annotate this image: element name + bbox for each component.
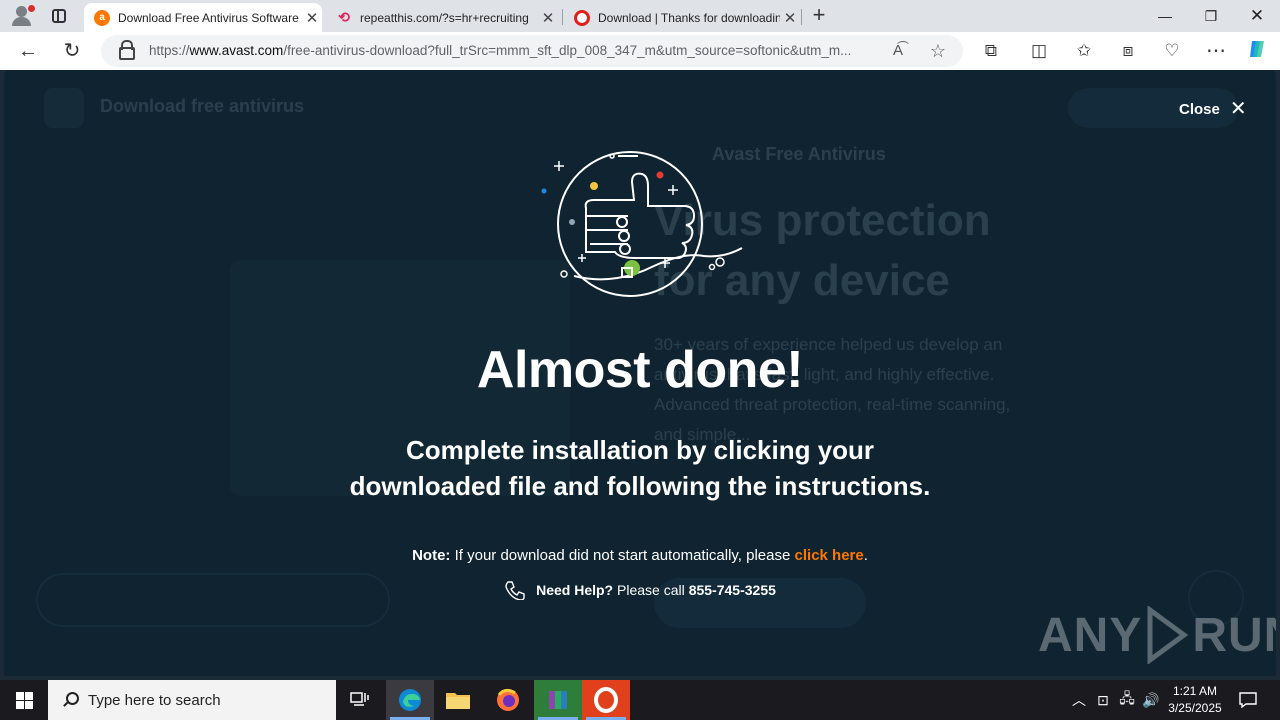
extensions-icon[interactable]: ⧉ [978, 38, 1004, 64]
clock-date: 3/25/2025 [1168, 701, 1222, 715]
edge-taskbar-icon[interactable] [386, 680, 434, 720]
tab-opera-download[interactable]: Download | Thanks for downloading ✕ [564, 3, 800, 32]
new-tab-button[interactable]: + [808, 3, 830, 27]
window-close-icon[interactable]: ✕ [1234, 0, 1280, 32]
search-icon [62, 692, 79, 708]
task-view-icon[interactable] [336, 680, 384, 720]
read-aloud-icon[interactable]: A͡ [887, 41, 909, 61]
url-text[interactable]: https://www.avast.com/free-antivirus-dow… [149, 43, 879, 58]
watermark-left: ANY [1038, 608, 1143, 662]
more-menu-icon[interactable]: ⋯ [1203, 38, 1229, 64]
watermark-right: RUN [1192, 608, 1276, 662]
clock-time: 1:21 AM [1172, 684, 1218, 698]
windows-taskbar: Type here to search ︿ ⊡ 🖧 🔊 1:21 AM 3/25… [0, 680, 1280, 720]
tab-divider [562, 9, 563, 25]
overlay-headline: Almost done! [476, 341, 804, 399]
tab-title: repeatthis.com/?s=hr+recruiting [360, 10, 529, 25]
close-icon: ✕ [1229, 98, 1247, 120]
download-note: Note: If your download did not start aut… [4, 547, 1276, 564]
note-text: If your download did not start automatic… [454, 547, 791, 564]
instructions-line-2: downloaded file and following the instru… [349, 471, 931, 501]
firefox-icon[interactable] [484, 680, 532, 720]
close-tab-icon[interactable]: ✕ [538, 9, 558, 27]
meet-now-icon[interactable]: ⊡ [1092, 680, 1114, 720]
thumbs-up-illustration-icon [541, 151, 743, 297]
show-hidden-icons-icon[interactable]: ︿ [1068, 680, 1090, 720]
overlay-close-button[interactable]: Close ✕ [1179, 98, 1247, 120]
tab-repeatthis[interactable]: ⟲ repeatthis.com/?s=hr+recruiting ✕ [326, 3, 558, 32]
page-content: Download free antivirus Avast Free Antiv… [4, 70, 1276, 676]
refresh-icon[interactable]: ↻ [59, 38, 85, 64]
bg-header-title: Download free antivirus [100, 96, 305, 116]
help-label: Need Help? [536, 582, 614, 598]
taskbar-search-box[interactable]: Type here to search [48, 680, 336, 720]
overlay-instructions: Complete installation by clicking your d… [4, 432, 1276, 504]
minimize-icon[interactable]: — [1142, 0, 1188, 32]
notifications-icon[interactable] [1234, 680, 1262, 720]
phone-icon [505, 581, 525, 600]
winrar-icon[interactable] [534, 680, 582, 720]
network-icon[interactable]: 🖧 [1116, 680, 1138, 720]
browser-essentials-icon[interactable]: ♡ [1159, 38, 1185, 64]
repeat-icon: ⟲ [338, 9, 350, 25]
click-here-link[interactable]: click here [795, 547, 864, 564]
copilot-icon[interactable] [1245, 38, 1271, 64]
profile-avatar-icon[interactable] [8, 4, 36, 28]
lock-icon[interactable] [119, 40, 135, 60]
opera-icon [574, 9, 590, 26]
windows-start-icon[interactable] [0, 680, 48, 720]
search-placeholder: Type here to search [88, 691, 221, 709]
file-explorer-icon[interactable] [434, 680, 482, 720]
browser-toolbar: ← ↻ https://www.avast.com/free-antivirus… [0, 32, 1280, 70]
tab-title: Download Free Antivirus Software [118, 10, 299, 25]
close-tab-icon[interactable]: ✕ [302, 9, 322, 27]
collections-icon[interactable]: ⧈ [1115, 38, 1141, 64]
avast-logo-icon [44, 88, 84, 128]
tab-title: Download | Thanks for downloading [598, 10, 780, 25]
note-end: . [863, 547, 868, 564]
instructions-line-1: Complete installation by clicking your [405, 435, 875, 465]
close-label: Close [1179, 100, 1220, 118]
taskbar-clock[interactable]: 1:21 AM 3/25/2025 [1160, 683, 1230, 717]
anyrun-watermark: ANY RUN [1038, 606, 1276, 664]
browser-tab-strip: a Download Free Antivirus Software ✕ ⟲ r… [0, 0, 1280, 32]
back-arrow-icon[interactable]: ← [15, 38, 41, 64]
tab-avast[interactable]: a Download Free Antivirus Software ✕ [84, 3, 322, 32]
volume-icon[interactable]: 🔊 [1140, 680, 1162, 720]
help-phone-number[interactable]: 855-745-3255 [689, 582, 776, 598]
note-label: Note: [412, 547, 451, 564]
play-logo-icon [1147, 606, 1189, 664]
help-line: Need Help? Please call 855-745-3255 [4, 580, 1276, 600]
address-bar[interactable]: https://www.avast.com/free-antivirus-dow… [101, 35, 963, 67]
close-tab-icon[interactable]: ✕ [780, 9, 800, 27]
tab-actions-icon[interactable] [50, 7, 68, 25]
help-text: Please call [617, 582, 685, 598]
avast-icon: a [94, 9, 110, 26]
opera-taskbar-icon[interactable] [582, 680, 630, 720]
tab-divider [801, 9, 802, 25]
favorites-icon[interactable]: ✩ [1071, 38, 1097, 64]
restore-icon[interactable]: ❐ [1188, 0, 1234, 32]
favorite-star-icon[interactable]: ☆ [927, 41, 949, 61]
split-screen-icon[interactable]: ◫ [1026, 38, 1052, 64]
